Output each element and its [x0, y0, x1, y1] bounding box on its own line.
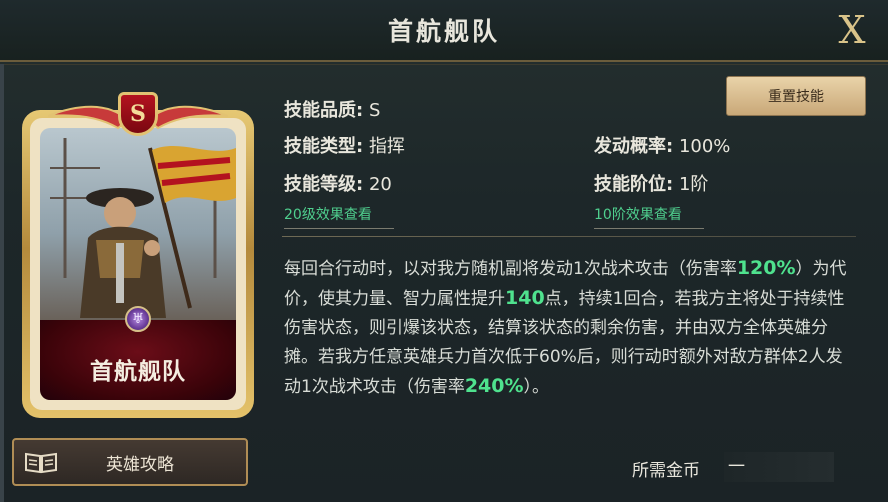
skill-card: S 首航舰队 ♅	[22, 92, 254, 420]
close-button[interactable]: X	[830, 8, 874, 52]
hero-guide-button[interactable]: 英雄攻略	[12, 438, 248, 486]
left-wing-ornament	[48, 105, 128, 130]
damage-rate-highlight: 120%	[736, 257, 796, 279]
command-type-icon: ♅	[125, 306, 151, 332]
skill-stage-row: 技能阶位: 1阶	[594, 170, 708, 196]
hero-portrait	[40, 128, 236, 320]
level-effect-link[interactable]: 20级效果查看	[284, 204, 394, 229]
extra-damage-rate-highlight: 240%	[464, 375, 524, 397]
card-nameplate: 首航舰队	[40, 320, 236, 400]
right-wing-ornament	[148, 105, 228, 130]
card-name: 首航舰队	[90, 359, 186, 385]
description-text: 每回合行动时，以对我方随机副将发动1次战术攻击（伤害率	[284, 259, 737, 279]
gold-cost-value: 一	[724, 452, 834, 482]
card-inner: 首航舰队	[30, 118, 246, 410]
title-bar: 首航舰队 X	[0, 0, 888, 65]
skill-stage-value: 1阶	[678, 174, 709, 195]
description-text: ）。	[523, 377, 550, 397]
skill-level-key: 技能等级:	[284, 174, 364, 195]
skill-type-row: 技能类型: 指挥	[284, 132, 405, 158]
skill-type-value: 指挥	[368, 136, 405, 157]
skill-quality-key: 技能品质:	[284, 100, 364, 121]
trigger-chance-value: 100%	[678, 136, 731, 157]
skill-detail-panel: 首航舰队 X S 首航舰队 ♅ 英雄攻略 技能品质: S 重置技能 技能类型: …	[0, 0, 888, 502]
book-icon	[25, 452, 57, 474]
skill-level-row: 技能等级: 20	[284, 170, 392, 196]
section-divider	[282, 236, 856, 237]
rank-badge: S	[118, 92, 158, 136]
skill-level-value: 20	[368, 174, 392, 195]
gold-cost-label: 所需金币	[632, 461, 700, 481]
skill-type-key: 技能类型:	[284, 136, 364, 157]
skill-quality-row: 技能品质: S	[284, 96, 380, 122]
card-frame: 首航舰队	[22, 110, 254, 418]
skill-description: 每回合行动时，以对我方随机副将发动1次战术攻击（伤害率120%）为代价，使其力量…	[284, 254, 856, 402]
attribute-boost-highlight: 140	[505, 287, 545, 309]
portrait-illustration	[50, 138, 236, 318]
skill-quality-value: S	[368, 100, 381, 121]
skill-stage-key: 技能阶位:	[594, 174, 674, 195]
reset-skill-button[interactable]: 重置技能	[726, 76, 866, 116]
panel-title: 首航舰队	[387, 17, 500, 46]
stage-effect-link[interactable]: 10阶效果查看	[594, 204, 704, 229]
trigger-chance-row: 发动概率: 100%	[594, 132, 730, 158]
trigger-chance-key: 发动概率:	[594, 136, 674, 157]
left-edge-rail	[0, 64, 4, 502]
